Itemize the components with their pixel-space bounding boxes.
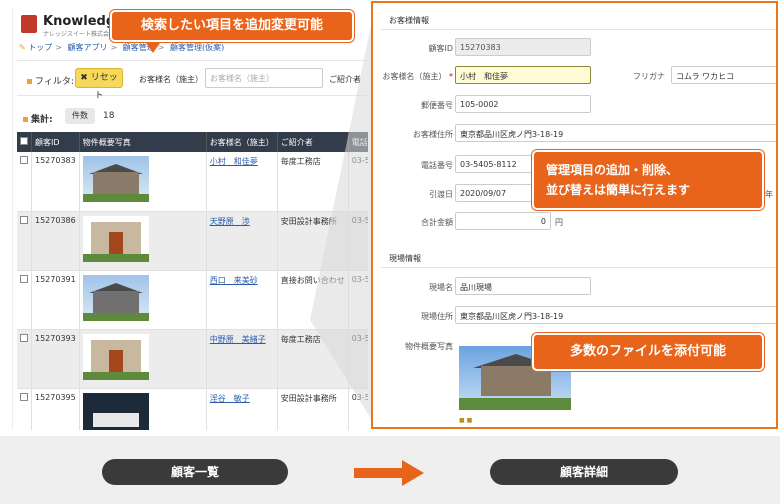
row-name-link[interactable]: 淫谷 敏子 — [210, 394, 250, 403]
total-amount-unit: 円 — [555, 218, 563, 227]
row-checkbox[interactable] — [17, 211, 32, 271]
select-all-checkbox[interactable] — [17, 132, 32, 152]
house-photo — [82, 392, 149, 430]
customer-name-field[interactable]: 小村 和佳夢 — [455, 66, 591, 84]
callout-pointer-icon — [146, 43, 160, 53]
section-divider — [381, 29, 776, 30]
row-name-link[interactable]: 西口 来美砂 — [210, 276, 258, 285]
row-name[interactable]: 淫谷 敏子 — [206, 388, 278, 430]
customer-id-field: 15270383 — [455, 38, 591, 56]
row-checkbox[interactable] — [17, 388, 32, 430]
property-photo-label: 物件概要写真 — [405, 342, 453, 351]
row-photo[interactable] — [79, 152, 207, 212]
row-id: 15270386 — [31, 211, 80, 271]
attachment-icons[interactable]: ■ ■ — [459, 417, 472, 424]
customer-id-label: 顧客ID — [428, 44, 453, 53]
postal-code-label: 郵便番号 — [421, 101, 453, 110]
breadcrumb: ✎ トップ > 顧客アプリ > 顧客管理 > 顧客管理(仮案) — [19, 43, 225, 52]
section-site-info-title: 現場情報 — [389, 254, 421, 263]
footer-flow: 顧客一覧 顧客詳細 — [0, 436, 780, 504]
count-button[interactable]: 件数 — [65, 108, 95, 124]
site-address-label: 現場住所 — [421, 312, 453, 321]
handover-date-label: 引渡日 — [429, 190, 453, 199]
reset-button-label: リセット — [90, 73, 118, 101]
row-checkbox[interactable] — [17, 329, 32, 389]
row-photo[interactable] — [79, 329, 207, 389]
customer-address-field[interactable]: 東京都品川区虎ノ門3-18-19 — [455, 124, 776, 142]
row-name[interactable]: 中野原 美緒子 — [206, 329, 278, 389]
col-header-photo[interactable]: 物件概要写真 — [79, 132, 207, 152]
site-name-label: 現場名 — [429, 283, 453, 292]
count-value: 18 — [103, 111, 115, 121]
row-photo[interactable] — [79, 270, 207, 330]
furigana-field[interactable]: コムラ ワカヒコ — [671, 66, 776, 84]
row-name-link[interactable]: 中野原 美緒子 — [210, 335, 266, 344]
postal-code-field[interactable]: 105-0002 — [455, 95, 591, 113]
total-amount-label: 合計金額 — [421, 218, 453, 227]
section-divider — [381, 267, 776, 268]
row-checkbox[interactable] — [17, 152, 32, 212]
house-photo — [82, 333, 149, 380]
site-address-field[interactable]: 東京都品川区虎ノ門3-18-19 — [455, 306, 776, 324]
breadcrumb-current: 顧客管理(仮案) — [170, 43, 225, 52]
row-name[interactable]: 西口 来美砂 — [206, 270, 278, 330]
col-header-id[interactable]: 顧客ID — [31, 132, 80, 152]
arrow-right-icon — [354, 460, 424, 486]
callout-attach-files: 多数のファイルを添付可能 — [532, 333, 764, 371]
customer-list-pill: 顧客一覧 — [102, 459, 288, 485]
site-name-field[interactable]: 品川現場 — [455, 277, 591, 295]
phone-label: 電話番号 — [421, 161, 453, 170]
section-customer-info-title: お客様情報 — [389, 16, 429, 25]
breadcrumb-top[interactable]: トップ — [28, 43, 52, 52]
customer-name-label: お客様名（施主） * — [382, 72, 453, 81]
customer-detail-pill: 顧客詳細 — [490, 459, 678, 485]
house-photo — [82, 274, 149, 321]
app-logo-subtext: ナレッジスイート株式会社 — [43, 31, 116, 38]
total-amount-field[interactable]: 0 — [455, 212, 551, 230]
customer-address-label: お客様住所 — [413, 130, 453, 139]
row-id: 15270391 — [31, 270, 80, 330]
row-id: 15270383 — [31, 152, 80, 212]
house-photo — [82, 215, 149, 262]
callout-mid-line1: 管理項目の追加・削除、 — [546, 163, 679, 177]
breadcrumb-app[interactable]: 顧客アプリ — [68, 43, 108, 52]
row-name-link[interactable]: 小村 和佳夢 — [210, 157, 258, 166]
reset-button[interactable]: ✖ リセット — [75, 68, 123, 101]
zoom-connector — [310, 0, 378, 430]
house-photo — [82, 156, 149, 202]
callout-search-items: 検索したい項目を追加変更可能 — [110, 10, 354, 42]
callout-mid-line2: 並び替えは簡単に行えます — [546, 183, 691, 197]
col-header-name[interactable]: お客様名（施主） — [206, 132, 278, 152]
filter-label: フィルタ: — [27, 74, 74, 87]
filter-name-label: お客様名（施主） — [139, 75, 203, 84]
row-name-link[interactable]: 天野原 渉 — [210, 217, 250, 226]
count-label: 集計: — [23, 112, 53, 125]
row-checkbox[interactable] — [17, 270, 32, 330]
callout-manage-items: 管理項目の追加・削除、 並び替えは簡単に行えます — [532, 150, 764, 210]
row-name[interactable]: 天野原 渉 — [206, 211, 278, 271]
row-photo[interactable] — [79, 211, 207, 271]
row-photo[interactable] — [79, 388, 207, 430]
row-name[interactable]: 小村 和佳夢 — [206, 152, 278, 212]
furigana-label: フリガナ — [633, 72, 665, 81]
close-icon: ✖ — [80, 73, 88, 83]
pencil-icon: ✎ — [19, 43, 26, 52]
app-logo-icon — [21, 15, 37, 33]
row-id: 15270393 — [31, 329, 80, 389]
row-id: 15270395 — [31, 388, 80, 430]
